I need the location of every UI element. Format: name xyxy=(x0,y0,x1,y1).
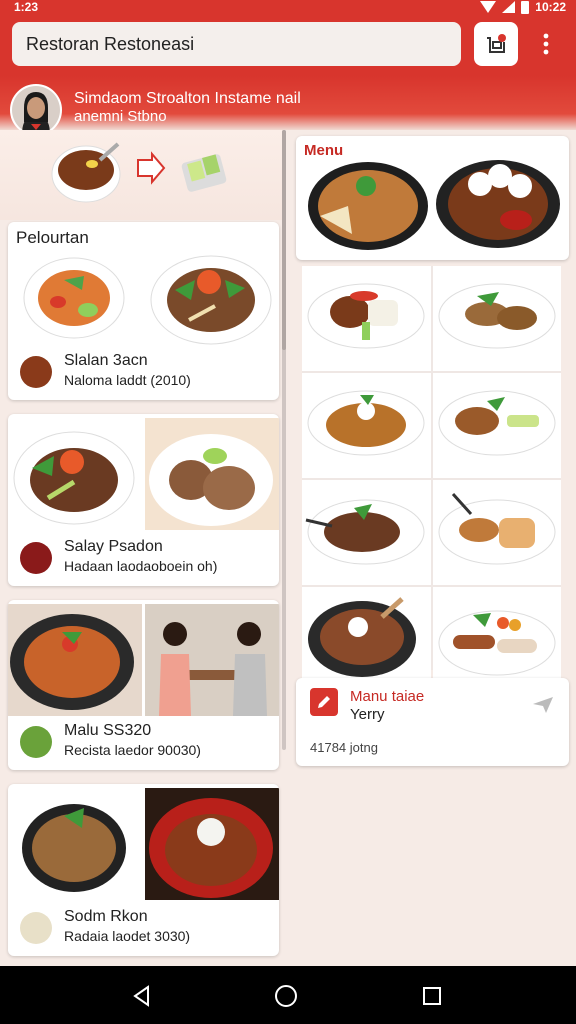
profile-strip: Simdaom Stroalton Instame nail anemni St… xyxy=(0,76,576,136)
restaurant-card[interactable]: Malu SS320 Recista laedor 90030) xyxy=(8,600,279,770)
restaurant-info: Naloma laddt (2010) xyxy=(64,372,191,388)
restaurant-logo-icon xyxy=(20,726,52,758)
dish-photo xyxy=(8,418,143,530)
restaurant-card[interactable]: Sodm Rkon Radaia laodet 3030) xyxy=(8,784,279,956)
system-nav-bar xyxy=(0,966,576,1024)
recents-button[interactable] xyxy=(418,982,446,1010)
card-meta: Malu SS320 Recista laedor 90030) xyxy=(8,714,279,770)
hero-banner xyxy=(0,130,284,220)
pencil-icon xyxy=(318,696,330,708)
dish-photo xyxy=(8,788,143,900)
order-card[interactable]: Manu taiae Yerry 41784 jotng xyxy=(296,678,569,766)
dish-photo xyxy=(144,418,280,530)
card-meta: Sodm Rkon Radaia laodet 3030) xyxy=(8,900,279,956)
menu-dish-tile[interactable] xyxy=(432,480,561,585)
restaurant-logo-icon xyxy=(20,356,52,388)
home-button[interactable] xyxy=(272,982,300,1010)
restaurant-name: Sodm Rkon xyxy=(64,908,148,925)
section-title: Pelourtan xyxy=(16,228,89,247)
menu-dish-tile[interactable] xyxy=(302,266,431,371)
more-options-button[interactable] xyxy=(528,22,564,66)
restaurant-card[interactable]: Pelourtan Slalan 3acn Naloma laddt (2010… xyxy=(8,222,279,400)
restaurant-name: Malu SS320 xyxy=(64,722,152,739)
search-bar[interactable]: Restoran Restoneasi xyxy=(12,22,461,66)
restaurant-card[interactable]: Salay Psadon Hadaan laodaoboein oh) xyxy=(8,414,279,586)
home-icon xyxy=(275,985,297,1007)
card-photos xyxy=(8,604,279,716)
card-meta: Salay Psadon Hadaan laodaoboein oh) xyxy=(8,530,279,586)
card-meta: Slalan 3acn Naloma laddt (2010) xyxy=(8,344,279,400)
cart-icon xyxy=(487,34,506,53)
avatar[interactable] xyxy=(10,84,62,136)
menu-featured-dishes xyxy=(308,160,560,250)
cart-button[interactable] xyxy=(474,22,518,66)
restaurant-info: Radaia laodet 3030) xyxy=(64,928,191,944)
profile-name: Simdaom Stroalton Instame nail xyxy=(74,90,301,107)
order-title: Manu taiae xyxy=(350,688,425,705)
back-icon xyxy=(133,985,149,1007)
menu-dish-tile[interactable] xyxy=(432,373,561,478)
card-photos xyxy=(8,250,279,350)
status-bar: 1:23 10:22 xyxy=(0,0,576,16)
back-button[interactable] xyxy=(128,982,156,1010)
menu-dish-tile[interactable] xyxy=(432,587,561,692)
more-vertical-icon xyxy=(543,33,549,55)
menu-dish-tile[interactable] xyxy=(432,266,561,371)
people-photo xyxy=(144,604,280,716)
left-scrollbar[interactable] xyxy=(282,130,286,750)
recents-icon xyxy=(423,987,441,1005)
dish-photo xyxy=(8,604,143,716)
menu-dish-tile[interactable] xyxy=(302,587,431,692)
restaurant-name: Salay Psadon xyxy=(64,538,163,555)
status-time-left: 1:23 xyxy=(14,0,39,14)
app-bar: Restoran Restoneasi xyxy=(0,16,576,76)
edit-button[interactable] xyxy=(310,688,338,716)
restaurant-info: Recista laedor 90030) xyxy=(64,742,201,758)
restaurant-name: Slalan 3acn xyxy=(64,352,148,369)
dish-photo xyxy=(8,250,143,350)
order-subtitle: Yerry xyxy=(350,706,385,723)
wifi-icon xyxy=(480,1,497,13)
dish-photo xyxy=(144,788,280,900)
restaurant-info: Hadaan laodaoboein oh) xyxy=(64,558,218,574)
restaurant-logo-icon xyxy=(20,542,52,574)
menu-dish-tile[interactable] xyxy=(302,480,431,585)
dish-photo xyxy=(145,250,280,350)
menu-dish-tile[interactable] xyxy=(302,373,431,478)
send-icon[interactable] xyxy=(532,696,554,714)
status-time-right: 10:22 xyxy=(535,0,566,14)
battery-icon xyxy=(521,0,530,14)
order-meta: 41784 jotng xyxy=(310,740,378,755)
card-photos xyxy=(8,788,279,900)
card-photos xyxy=(8,418,279,530)
menu-card[interactable]: Menu xyxy=(296,136,569,260)
signal-icon xyxy=(502,1,516,13)
menu-grid xyxy=(302,266,561,692)
restaurant-logo-icon xyxy=(20,912,52,944)
profile-subtitle: anemni Stbno xyxy=(74,108,167,125)
